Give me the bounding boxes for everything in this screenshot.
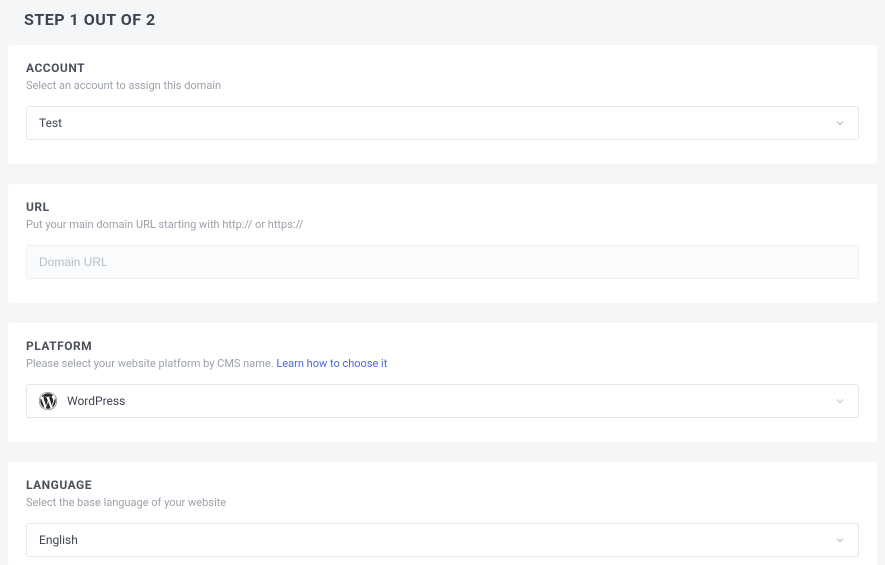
platform-hint: Please select your website platform by C… xyxy=(26,357,859,370)
platform-hint-text: Please select your website platform by C… xyxy=(26,357,276,370)
account-selected-value: Test xyxy=(39,116,62,130)
language-hint: Select the base language of your website xyxy=(26,496,859,509)
language-select[interactable]: English xyxy=(26,523,859,557)
language-card: LANGUAGE Select the base language of you… xyxy=(8,462,877,565)
platform-hint-link[interactable]: Learn how to choose it xyxy=(276,357,387,370)
account-hint: Select an account to assign this domain xyxy=(26,79,859,92)
account-select[interactable]: Test xyxy=(26,106,859,140)
account-card: ACCOUNT Select an account to assign this… xyxy=(8,45,877,164)
language-title: LANGUAGE xyxy=(26,478,859,492)
url-input[interactable] xyxy=(26,245,859,279)
chevron-down-icon xyxy=(834,117,846,129)
url-hint: Put your main domain URL starting with h… xyxy=(26,218,859,231)
url-card: URL Put your main domain URL starting wi… xyxy=(8,184,877,303)
platform-select[interactable]: WordPress xyxy=(26,384,859,418)
language-selected-value: English xyxy=(39,533,78,547)
page-title: STEP 1 OUT OF 2 xyxy=(0,0,885,45)
chevron-down-icon xyxy=(834,395,846,407)
platform-title: PLATFORM xyxy=(26,339,859,353)
account-title: ACCOUNT xyxy=(26,61,859,75)
url-title: URL xyxy=(26,200,859,214)
platform-card: PLATFORM Please select your website plat… xyxy=(8,323,877,442)
platform-selected-value: WordPress xyxy=(67,394,125,408)
chevron-down-icon xyxy=(834,534,846,546)
wordpress-icon xyxy=(39,392,57,410)
